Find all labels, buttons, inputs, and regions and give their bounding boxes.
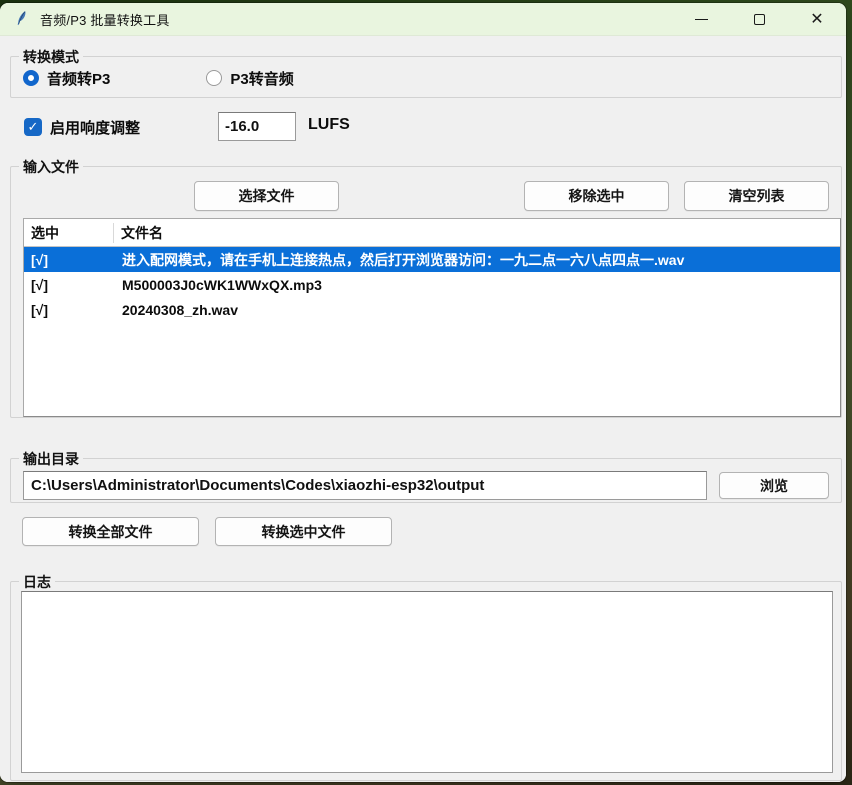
file-table-header: 选中 文件名: [24, 219, 840, 247]
header-checked[interactable]: 选中: [24, 223, 114, 243]
radio-off-icon: [206, 70, 222, 86]
convert-selected-button[interactable]: 转换选中文件: [215, 517, 392, 546]
mode-radio-row: 音频转P3 P3转音频: [23, 57, 390, 99]
output-group-label: 输出目录: [19, 449, 83, 469]
convert-all-button[interactable]: 转换全部文件: [22, 517, 199, 546]
window-controls: ✕: [672, 3, 846, 36]
row-check-mark[interactable]: [√]: [24, 277, 114, 293]
radio-p3-to-audio-label: P3转音频: [230, 68, 293, 89]
maximize-icon: [754, 14, 765, 25]
log-groupbox: 日志: [10, 581, 842, 781]
window-title: 音频/P3 批量转换工具: [40, 10, 170, 29]
file-list-table[interactable]: 选中 文件名 [√] 进入配网模式，请在手机上连接热点，然后打开浏览器访问：一九…: [23, 218, 841, 417]
select-files-button[interactable]: 选择文件: [194, 181, 339, 211]
table-row[interactable]: [√] M500003J0cWK1WWxQX.mp3: [24, 272, 840, 297]
row-filename[interactable]: 20240308_zh.wav: [114, 302, 840, 318]
mode-groupbox: 转换模式 音频转P3 P3转音频: [10, 56, 842, 98]
loudness-checkbox[interactable]: ✓: [24, 118, 42, 136]
header-filename[interactable]: 文件名: [114, 223, 840, 243]
radio-on-icon: [23, 70, 39, 86]
lufs-unit-label: LUFS: [308, 116, 350, 134]
radio-audio-to-p3[interactable]: 音频转P3: [23, 68, 110, 89]
input-files-groupbox: 输入文件 选择文件 移除选中 清空列表 选中 文件名 [√] 进入配网模式，请在…: [10, 166, 842, 418]
maximize-button[interactable]: [730, 3, 788, 36]
minimize-button[interactable]: [672, 3, 730, 36]
app-window: 音频/P3 批量转换工具 ✕ 转换模式 音频转P3 P3转音频: [0, 3, 846, 782]
row-filename[interactable]: M500003J0cWK1WWxQX.mp3: [114, 277, 840, 293]
loudness-row: ✓ 启用响度调整 LUFS: [0, 112, 832, 142]
row-check-mark[interactable]: [√]: [24, 302, 114, 318]
radio-p3-to-audio[interactable]: P3转音频: [206, 68, 293, 89]
title-bar[interactable]: 音频/P3 批量转换工具 ✕: [0, 3, 846, 36]
browse-button[interactable]: 浏览: [719, 472, 829, 499]
input-group-label: 输入文件: [19, 157, 83, 177]
loudness-checkbox-label[interactable]: 启用响度调整: [50, 117, 140, 138]
python-feather-icon: [13, 10, 31, 28]
remove-selected-button[interactable]: 移除选中: [524, 181, 669, 211]
clear-list-button[interactable]: 清空列表: [684, 181, 829, 211]
row-filename[interactable]: 进入配网模式，请在手机上连接热点，然后打开浏览器访问：一九二点一六八点四点一.w…: [114, 250, 840, 270]
client-area: 转换模式 音频转P3 P3转音频 ✓ 启用响度调整 LUFS 输入文件 选择文: [0, 36, 846, 782]
log-group-label: 日志: [19, 572, 55, 592]
row-check-mark[interactable]: [√]: [24, 252, 114, 268]
table-row[interactable]: [√] 20240308_zh.wav: [24, 297, 840, 322]
close-icon: ✕: [810, 12, 823, 28]
log-textarea[interactable]: [21, 591, 833, 773]
radio-audio-to-p3-label: 音频转P3: [47, 68, 110, 89]
minimize-icon: [695, 19, 708, 20]
output-dir-groupbox: 输出目录 浏览: [10, 458, 842, 503]
close-button[interactable]: ✕: [788, 3, 846, 36]
table-row[interactable]: [√] 进入配网模式，请在手机上连接热点，然后打开浏览器访问：一九二点一六八点四…: [24, 247, 840, 272]
loudness-value-input[interactable]: [218, 112, 296, 141]
output-path-input[interactable]: [23, 471, 707, 500]
